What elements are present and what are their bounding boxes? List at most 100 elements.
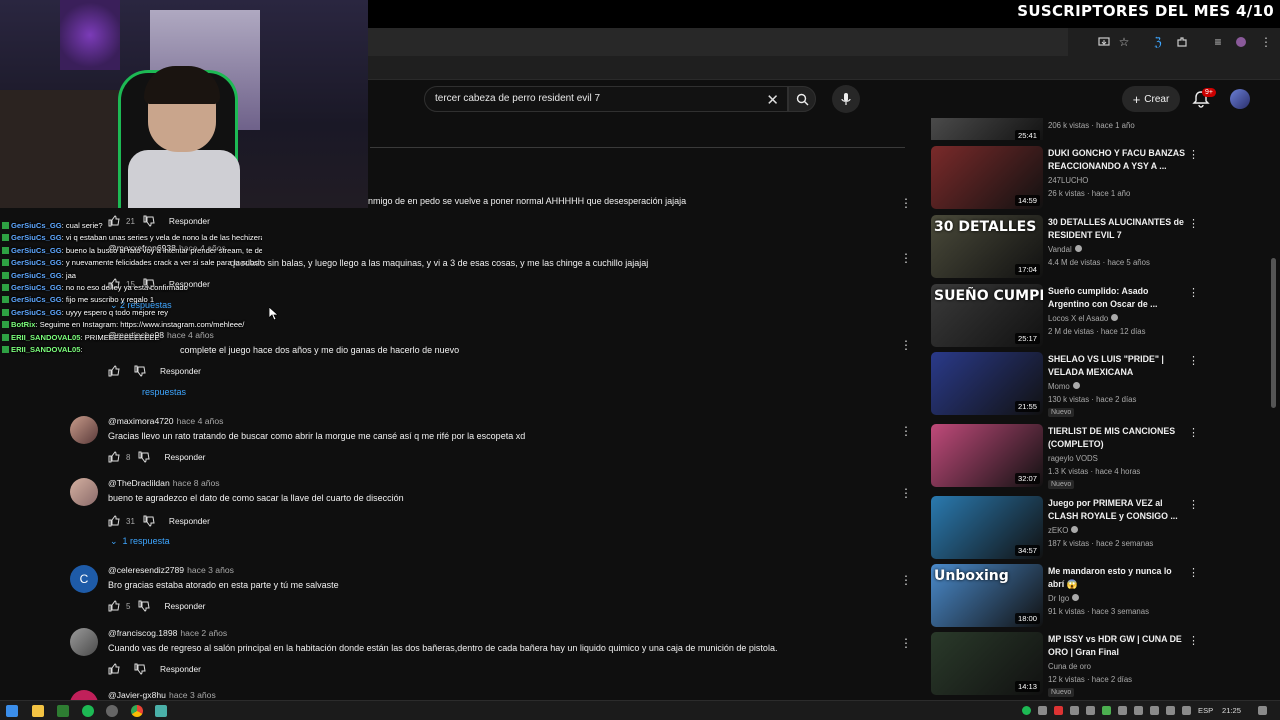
like-icon[interactable] xyxy=(108,515,120,527)
video-card[interactable]: 34:57 Juego por PRIMERA VEZ al CLASH ROYA… xyxy=(931,496,1201,560)
chrome-icon[interactable] xyxy=(131,705,143,717)
avatar[interactable] xyxy=(70,478,98,506)
video-menu-icon[interactable]: ⋮ xyxy=(1188,217,1199,230)
video-channel[interactable]: Momo xyxy=(1048,382,1080,391)
comment-author[interactable]: @celeresendiz2789 hace 3 años xyxy=(108,565,234,575)
like-icon[interactable] xyxy=(108,365,120,377)
video-card[interactable]: 32:07 TIERLIST DE MIS CANCIONES (COMPLETO… xyxy=(931,424,1201,489)
video-thumbnail[interactable]: SUEÑO CUMPLI 25:17 xyxy=(931,284,1043,347)
tray-icon[interactable] xyxy=(1054,706,1063,715)
tray-icon[interactable] xyxy=(1102,706,1111,715)
page-scrollbar[interactable] xyxy=(1271,258,1276,408)
video-menu-icon[interactable]: ⋮ xyxy=(1188,354,1199,367)
avatar[interactable] xyxy=(70,690,98,700)
video-title[interactable]: 30 DETALLES ALUCINANTES de RESIDENT EVIL… xyxy=(1048,216,1188,241)
video-menu-icon[interactable]: ⋮ xyxy=(1188,566,1199,579)
comment-menu-icon[interactable]: ⋮ xyxy=(900,573,912,587)
video-menu-icon[interactable]: ⋮ xyxy=(1188,498,1199,511)
video-card[interactable]: Unboxing 18:00 Me mandaron esto y nunca lo… xyxy=(931,564,1201,628)
video-channel[interactable]: zEKO xyxy=(1048,526,1079,535)
reply-button[interactable]: Responder xyxy=(160,664,201,674)
comment-author[interactable]: @maximora4720 hace 4 años xyxy=(108,416,223,426)
install-app-icon[interactable] xyxy=(1096,34,1112,50)
notepad-icon[interactable] xyxy=(155,705,167,717)
video-channel[interactable]: Locos X el Asado xyxy=(1048,314,1119,323)
video-menu-icon[interactable]: ⋮ xyxy=(1188,286,1199,299)
clock[interactable]: 21:25 xyxy=(1222,706,1241,715)
comment-menu-icon[interactable]: ⋮ xyxy=(900,338,912,352)
dislike-icon[interactable] xyxy=(134,365,146,377)
replies-toggle[interactable]: respuestas xyxy=(142,387,186,397)
reply-button[interactable]: Responder xyxy=(160,366,201,376)
video-thumbnail[interactable]: 30 DETALLES 17:04 xyxy=(931,215,1043,278)
obs-icon[interactable] xyxy=(106,705,118,717)
spotify-tray-icon[interactable] xyxy=(1022,706,1031,715)
comment-menu-icon[interactable]: ⋮ xyxy=(900,251,912,265)
account-avatar[interactable] xyxy=(1230,89,1250,109)
video-title[interactable]: Me mandaron esto y nunca lo abrí 😱 xyxy=(1048,565,1188,590)
tray-icon[interactable] xyxy=(1150,706,1159,715)
comment-menu-icon[interactable]: ⋮ xyxy=(900,486,912,500)
video-title[interactable]: TIERLIST DE MIS CANCIONES (COMPLETO) xyxy=(1048,425,1188,450)
translate-extension-icon[interactable]: ℨ xyxy=(1150,34,1166,50)
tray-icon[interactable] xyxy=(1118,706,1127,715)
tray-icon[interactable] xyxy=(1086,706,1095,715)
extensions-puzzle-icon[interactable] xyxy=(1174,34,1190,50)
video-channel[interactable]: 247LUCHO xyxy=(1048,176,1088,185)
dislike-icon[interactable] xyxy=(138,451,151,463)
tray-icon[interactable] xyxy=(1038,706,1047,715)
avatar[interactable] xyxy=(70,416,98,444)
like-icon[interactable] xyxy=(108,663,120,675)
profile-icon[interactable] xyxy=(1233,34,1249,50)
address-bar[interactable] xyxy=(368,28,1068,56)
avatar[interactable] xyxy=(70,628,98,656)
video-title[interactable]: DUKI GONCHO Y FACU BANZAS REACCIONANDO A… xyxy=(1048,147,1188,172)
volume-icon[interactable] xyxy=(1182,706,1191,715)
video-title[interactable]: MP ISSY vs HDR GW | CUNA DE ORO | Gran F… xyxy=(1048,633,1188,658)
video-thumbnail[interactable]: 21:55 xyxy=(931,352,1043,415)
like-icon[interactable] xyxy=(108,600,120,612)
video-card[interactable]: 21:55 SHELAO VS LUIS "PRIDE" | VELADA MEX… xyxy=(931,352,1201,417)
video-channel[interactable]: Vandal xyxy=(1048,245,1082,254)
video-channel[interactable]: rageylo VODS xyxy=(1048,454,1098,463)
spotify-icon[interactable] xyxy=(82,705,94,717)
video-card[interactable]: 14:59 DUKI GONCHO Y FACU BANZAS REACCIONA… xyxy=(931,146,1201,210)
video-menu-icon[interactable]: ⋮ xyxy=(1188,634,1199,647)
video-card[interactable]: 14:13 MP ISSY vs HDR GW | CUNA DE ORO | G… xyxy=(931,632,1201,697)
comment-menu-icon[interactable]: ⋮ xyxy=(900,424,912,438)
notification-center-icon[interactable] xyxy=(1258,706,1267,715)
video-title[interactable]: Sueño cumplido: Asado Argentino con Osca… xyxy=(1048,285,1188,310)
tray-icon[interactable] xyxy=(1070,706,1079,715)
calendar-app-icon[interactable] xyxy=(57,705,69,717)
search-input[interactable]: tercer cabeza de perro resident evil 7 ✕ xyxy=(424,86,788,112)
comment-author[interactable]: @TheDraclildan hace 8 años xyxy=(108,478,220,488)
video-channel[interactable]: Dr Igo xyxy=(1048,594,1080,603)
video-thumbnail[interactable]: 14:13 xyxy=(931,632,1043,695)
video-thumbnail[interactable]: Unboxing 18:00 xyxy=(931,564,1043,627)
search-button[interactable] xyxy=(788,86,816,112)
comment-author[interactable]: @Javier-gx8hu hace 3 años xyxy=(108,690,216,700)
video-thumbnail[interactable]: 14:59 xyxy=(931,146,1043,209)
video-thumbnail[interactable]: 32:07 xyxy=(931,424,1043,487)
like-icon[interactable] xyxy=(108,451,120,463)
browser-menu-icon[interactable]: ⋮ xyxy=(1258,34,1274,50)
dislike-icon[interactable] xyxy=(134,663,146,675)
reply-button[interactable]: Responder xyxy=(169,516,210,526)
video-menu-icon[interactable]: ⋮ xyxy=(1188,426,1199,439)
avatar[interactable]: C xyxy=(70,565,98,593)
video-card[interactable]: 25:41 206 k vistas · hace 1 año xyxy=(931,118,1201,140)
dislike-icon[interactable] xyxy=(143,515,155,527)
create-button[interactable]: + Crear xyxy=(1122,86,1180,112)
video-channel[interactable]: Cuna de oro xyxy=(1048,662,1091,671)
video-title[interactable]: Juego por PRIMERA VEZ al CLASH ROYALE y … xyxy=(1048,497,1188,522)
microphone-tray-icon[interactable] xyxy=(1134,706,1143,715)
voice-search-button[interactable] xyxy=(832,85,860,113)
reply-button[interactable]: Responder xyxy=(164,601,205,611)
video-card[interactable]: 30 DETALLES 17:04 30 DETALLES ALUCINANTES … xyxy=(931,215,1201,279)
reply-button[interactable]: Responder xyxy=(164,452,205,462)
video-thumbnail[interactable]: 25:41 xyxy=(931,118,1043,140)
keyboard-language[interactable]: ESP xyxy=(1198,706,1213,715)
windows-start-icon[interactable] xyxy=(6,705,18,717)
media-controls-icon[interactable]: ≡ xyxy=(1210,34,1226,50)
file-explorer-icon[interactable] xyxy=(32,705,44,717)
